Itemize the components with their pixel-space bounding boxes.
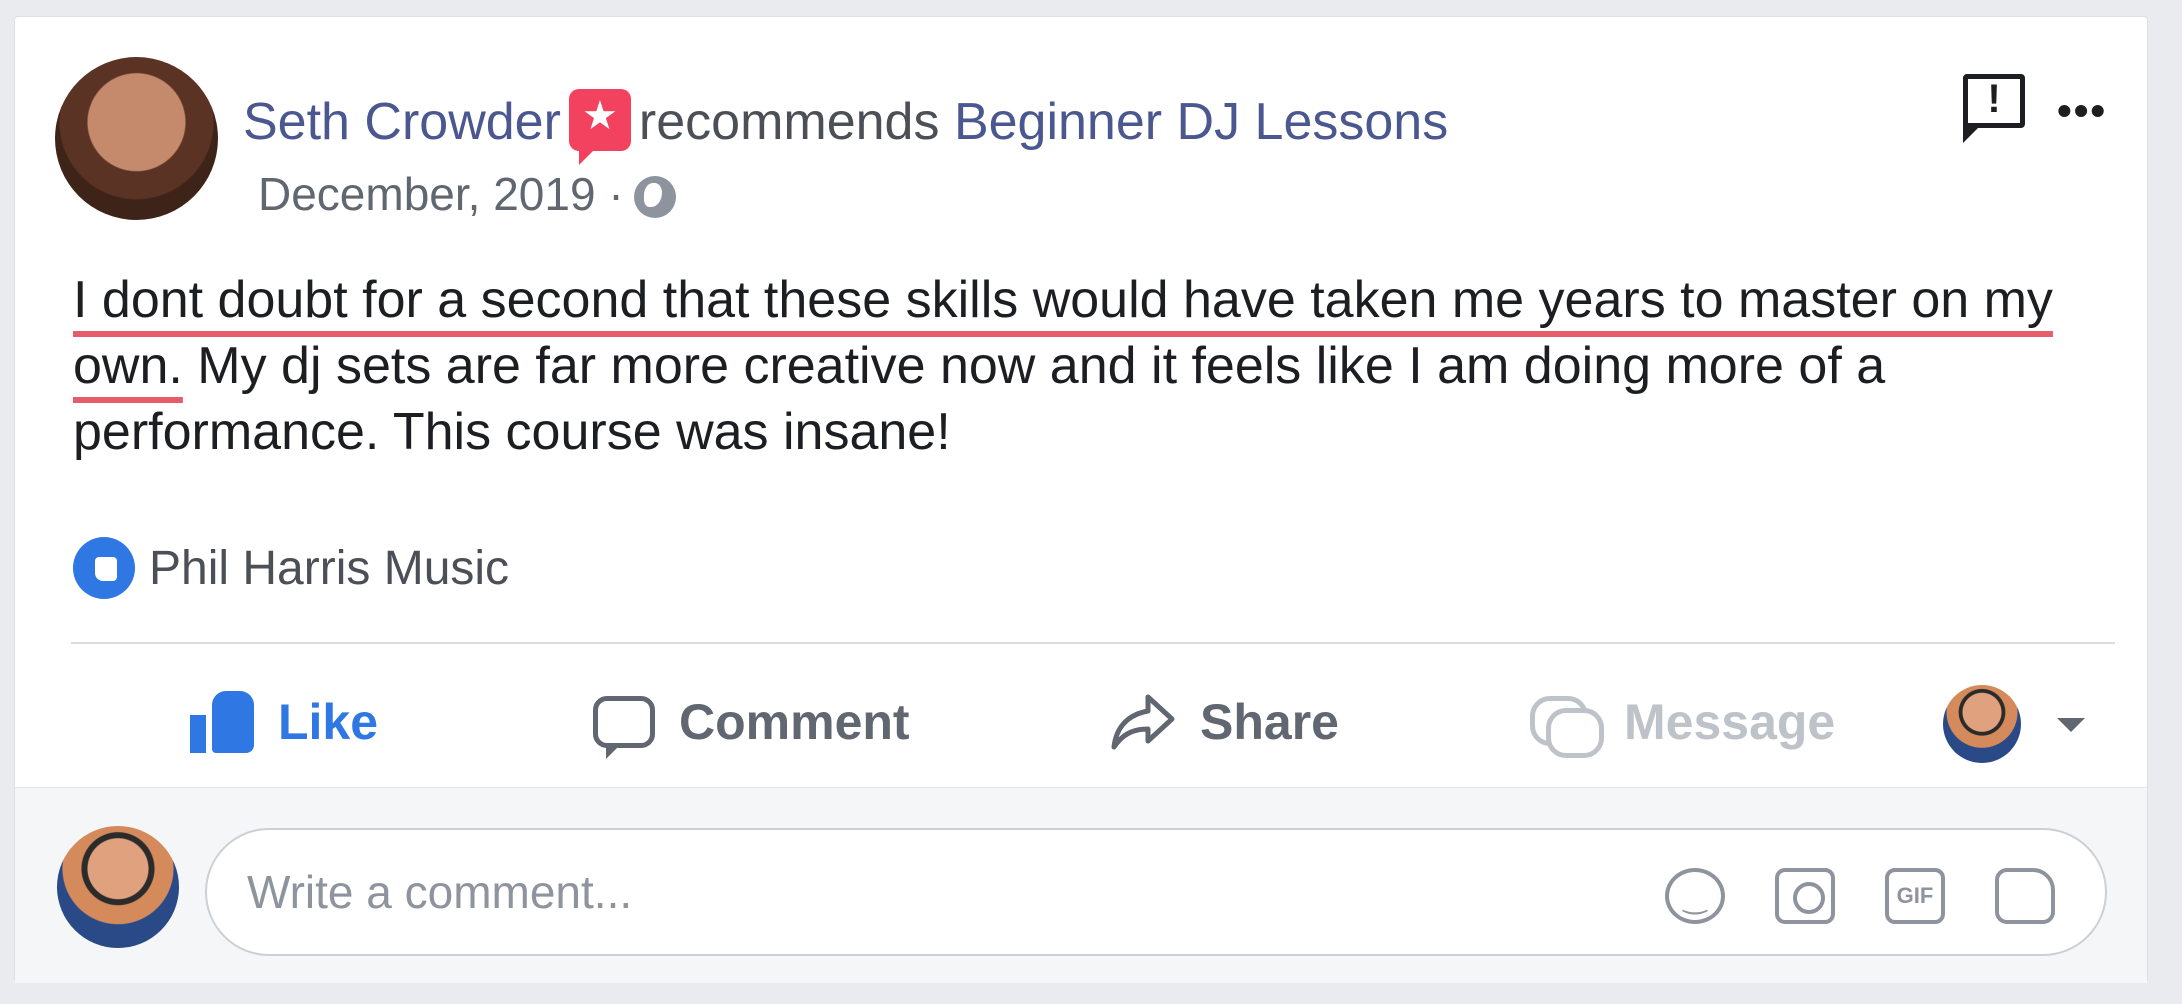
- action-bar: Like Comment Share Message: [15, 677, 2147, 767]
- share-icon: [1110, 693, 1176, 751]
- share-label: Share: [1200, 694, 1339, 750]
- author-name-link[interactable]: Seth Crowder: [243, 93, 561, 151]
- globe-icon: [633, 176, 676, 218]
- author-avatar[interactable]: [55, 57, 218, 220]
- recommend-star-icon: [568, 89, 631, 165]
- share-button[interactable]: Share: [1110, 677, 1339, 767]
- gif-icon[interactable]: GIF: [1885, 868, 1945, 924]
- comment-button[interactable]: Comment: [593, 677, 910, 767]
- report-icon[interactable]: !: [1963, 74, 2025, 143]
- emoji-icon[interactable]: [1665, 868, 1725, 924]
- report-symbol: !: [1987, 77, 2001, 121]
- camera-icon[interactable]: [1775, 868, 1835, 924]
- thumbs-up-icon: [190, 691, 254, 753]
- post-header: Seth Crowder recommends Beginner DJ Lesso…: [243, 89, 1448, 165]
- composer-avatar: [57, 826, 179, 948]
- reactions-summary[interactable]: Phil Harris Music: [73, 537, 509, 599]
- divider: [71, 642, 2115, 644]
- comment-composer: Write a comment... GIF: [15, 787, 2147, 983]
- message-button[interactable]: Message: [1530, 677, 1835, 767]
- message-label: Message: [1624, 694, 1836, 750]
- message-icon: [1530, 692, 1604, 758]
- commenter-avatar-selector[interactable]: [1943, 685, 2021, 763]
- sticker-icon[interactable]: [1995, 868, 2055, 924]
- post-date-link[interactable]: December, 2019: [258, 168, 596, 220]
- dropdown-caret-icon[interactable]: [2057, 718, 2085, 746]
- like-reaction-icon: [73, 537, 135, 599]
- meta-separator: ·: [608, 168, 624, 220]
- like-button[interactable]: Like: [190, 677, 378, 767]
- like-label: Like: [278, 694, 379, 750]
- page-name-link[interactable]: Beginner DJ Lessons: [954, 93, 1448, 151]
- comment-label: Comment: [679, 694, 910, 750]
- liked-by[interactable]: Phil Harris Music: [149, 541, 509, 596]
- post-text-rest: My dj sets are far more creative now and…: [73, 337, 1886, 461]
- more-icon[interactable]: •••: [2057, 87, 2107, 135]
- comment-icon: [593, 696, 655, 759]
- recommend-verb: recommends: [638, 93, 940, 151]
- post-body: I dont doubt for a second that these ski…: [73, 267, 2143, 465]
- composer-tools: GIF: [1665, 868, 2055, 924]
- post-card: Seth Crowder recommends Beginner DJ Lesso…: [14, 16, 2148, 983]
- post-timestamp: December, 2019 ·: [258, 167, 676, 221]
